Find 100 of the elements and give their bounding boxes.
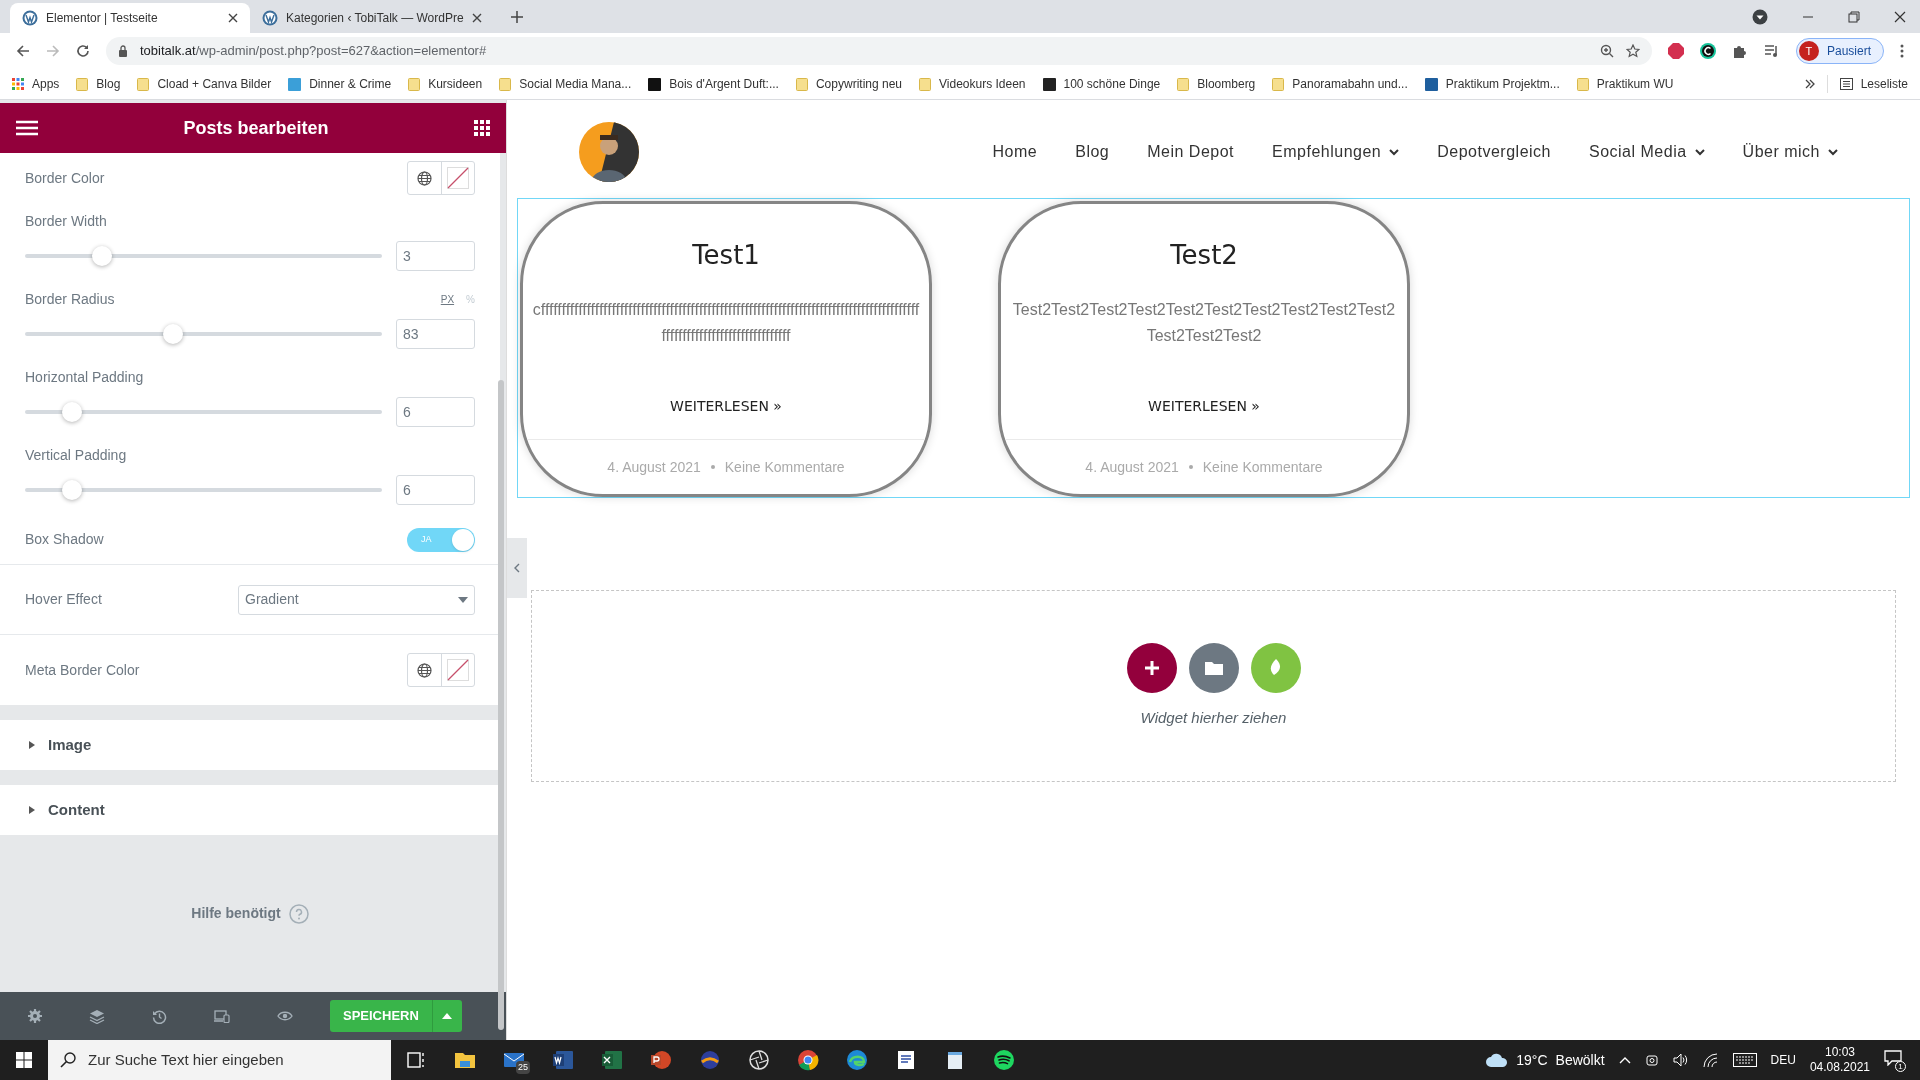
- close-icon[interactable]: [471, 13, 482, 23]
- folder-icon: [1576, 77, 1589, 91]
- settings-icon[interactable]: [28, 1009, 42, 1023]
- bookmark[interactable]: Bloomberg: [1177, 75, 1256, 93]
- number-input[interactable]: 83: [396, 319, 475, 349]
- bookmark[interactable]: Social Media Mana...: [499, 75, 632, 93]
- bookmark[interactable]: Panoramabahn und...: [1272, 75, 1408, 93]
- nav-link[interactable]: Mein Depot: [1147, 140, 1235, 164]
- word-document-icon[interactable]: [551, 1049, 574, 1071]
- playlist-icon[interactable]: [1763, 43, 1780, 59]
- url-text: tobitalk.at/wp-admin/post.php?post=627&action=elementor#: [140, 42, 487, 61]
- history-icon[interactable]: [152, 1008, 167, 1024]
- bookmark[interactable]: Cload + Canva Bilder: [137, 75, 272, 93]
- music-app-icon[interactable]: [992, 1049, 1015, 1071]
- keyboard-icon[interactable]: [1732, 1053, 1757, 1067]
- layers-icon[interactable]: [89, 1008, 105, 1024]
- reload-icon[interactable]: [76, 44, 90, 58]
- clock[interactable]: 10:03 04.08.2021: [1809, 1045, 1870, 1075]
- nav-link[interactable]: Empfehlungen: [1272, 140, 1400, 164]
- speech-bubble-icon: [1884, 1050, 1902, 1066]
- bookmark[interactable]: Kursideen: [408, 75, 483, 93]
- slider-handle[interactable]: [62, 402, 83, 422]
- caret-down-icon: [458, 596, 468, 603]
- edge-browser-icon[interactable]: [845, 1049, 868, 1071]
- widgets-grid-icon[interactable]: [474, 120, 490, 136]
- plus-icon: [1143, 659, 1160, 676]
- close-icon[interactable]: [228, 13, 238, 23]
- spreadsheet-icon[interactable]: [600, 1049, 623, 1071]
- bookmark[interactable]: Bois d'Argent Duft:...: [648, 75, 779, 93]
- bookmark[interactable]: Copywriting neu: [795, 75, 902, 93]
- bookmark[interactable]: 100 schöne Dinge: [1042, 75, 1161, 93]
- bookmark[interactable]: Blog: [76, 75, 121, 93]
- task-view-icon[interactable]: [404, 1049, 427, 1071]
- reading-list-button[interactable]: Leseliste: [1826, 75, 1908, 93]
- nav-link[interactable]: Depotvergleich: [1437, 140, 1551, 164]
- profile-button[interactable]: T Pausiert: [1795, 38, 1884, 64]
- folder-icon: [408, 77, 421, 91]
- collapsible-section[interactable]: Content: [0, 785, 500, 835]
- extensions-icon[interactable]: [1731, 43, 1748, 59]
- notification-center-button[interactable]: 1: [1884, 1050, 1906, 1070]
- post-title[interactable]: Test1: [692, 236, 760, 275]
- chrome-browser-icon[interactable]: [796, 1049, 819, 1071]
- bookmark[interactable]: Praktikum WU: [1576, 75, 1674, 93]
- select-dropdown[interactable]: Gradient: [238, 584, 475, 615]
- drop-zone[interactable]: Widget hierher ziehen: [531, 590, 1896, 782]
- post-date: 4. August 2021: [1085, 457, 1179, 477]
- address-bar[interactable]: tobitalk.at/wp-admin/post.php?post=627&action=elementor#: [106, 37, 1652, 65]
- star-icon[interactable]: [1625, 44, 1640, 58]
- empty-color-swatch-icon: [447, 659, 469, 681]
- stop-sign-icon[interactable]: [1667, 43, 1684, 59]
- post-comments: Keine Kommentare: [1202, 457, 1323, 477]
- wifi-icon[interactable]: [1702, 1053, 1719, 1067]
- more-bookmarks-icon[interactable]: [1804, 79, 1815, 89]
- slider-handle[interactable]: [62, 480, 83, 500]
- unit-option[interactable]: PX: [440, 291, 455, 307]
- number-input[interactable]: 3: [396, 241, 475, 271]
- apps-grid-icon: [12, 78, 24, 90]
- number-input[interactable]: 6: [396, 397, 475, 427]
- camera-icon[interactable]: [1644, 1053, 1659, 1067]
- post-title[interactable]: Test2: [1170, 236, 1238, 275]
- back-icon[interactable]: [16, 44, 30, 58]
- temperature-text: 19°C: [1516, 1050, 1548, 1070]
- bookmark[interactable]: Apps: [12, 75, 60, 93]
- slider-handle[interactable]: [163, 324, 184, 344]
- search-input[interactable]: Zur Suche Text hier eingeben: [88, 1048, 379, 1072]
- nav-link[interactable]: Social Media: [1589, 140, 1705, 164]
- speaker-icon[interactable]: [1672, 1053, 1689, 1067]
- nav-link[interactable]: Über mich: [1742, 140, 1838, 164]
- nav-link[interactable]: Blog: [1075, 140, 1110, 164]
- eye-icon[interactable]: [277, 1011, 293, 1021]
- number-input[interactable]: 6: [396, 475, 475, 505]
- profile-dropdown-icon[interactable]: [1752, 8, 1768, 25]
- presentation-icon[interactable]: [649, 1049, 672, 1071]
- language-indicator[interactable]: DEU: [1770, 1051, 1796, 1069]
- bookmark[interactable]: Praktikum Projektm...: [1424, 75, 1560, 93]
- collapsible-section[interactable]: Image: [0, 720, 500, 770]
- menu-icon[interactable]: [16, 120, 38, 136]
- save-options-button[interactable]: [431, 1000, 462, 1032]
- help-link[interactable]: Hilfe benötigt: [191, 903, 281, 924]
- browser-tab[interactable]: Elementor | Testseite: [10, 3, 250, 33]
- restore-icon[interactable]: [1848, 10, 1860, 23]
- bookmark[interactable]: Dinner & Crime: [288, 75, 392, 93]
- new-tab-icon[interactable]: [509, 10, 524, 24]
- taskbar-search-field[interactable]: Zur Suche Text hier eingeben: [48, 1040, 391, 1080]
- more-icon[interactable]: [1900, 44, 1904, 58]
- nav-link[interactable]: Home: [992, 140, 1038, 164]
- slider-handle[interactable]: [92, 246, 113, 266]
- read-more-link[interactable]: WEITERLESEN »: [1148, 396, 1260, 417]
- chevron-left-icon: [514, 563, 520, 573]
- close-icon[interactable]: [1894, 10, 1906, 23]
- panel-collapse-handle[interactable]: [507, 538, 527, 598]
- aperture-icon[interactable]: [747, 1049, 770, 1071]
- folder-icon: [1177, 77, 1190, 91]
- zoom-icon[interactable]: [1599, 44, 1614, 58]
- app-orb-icon[interactable]: [698, 1049, 721, 1071]
- circle-c-icon[interactable]: [1699, 43, 1716, 59]
- bookmark[interactable]: Videokurs Ideen: [919, 75, 1026, 93]
- responsive-devices-icon[interactable]: [214, 1009, 230, 1023]
- read-more-link[interactable]: WEITERLESEN »: [670, 396, 782, 417]
- chevron-up-icon[interactable]: [1618, 1056, 1631, 1064]
